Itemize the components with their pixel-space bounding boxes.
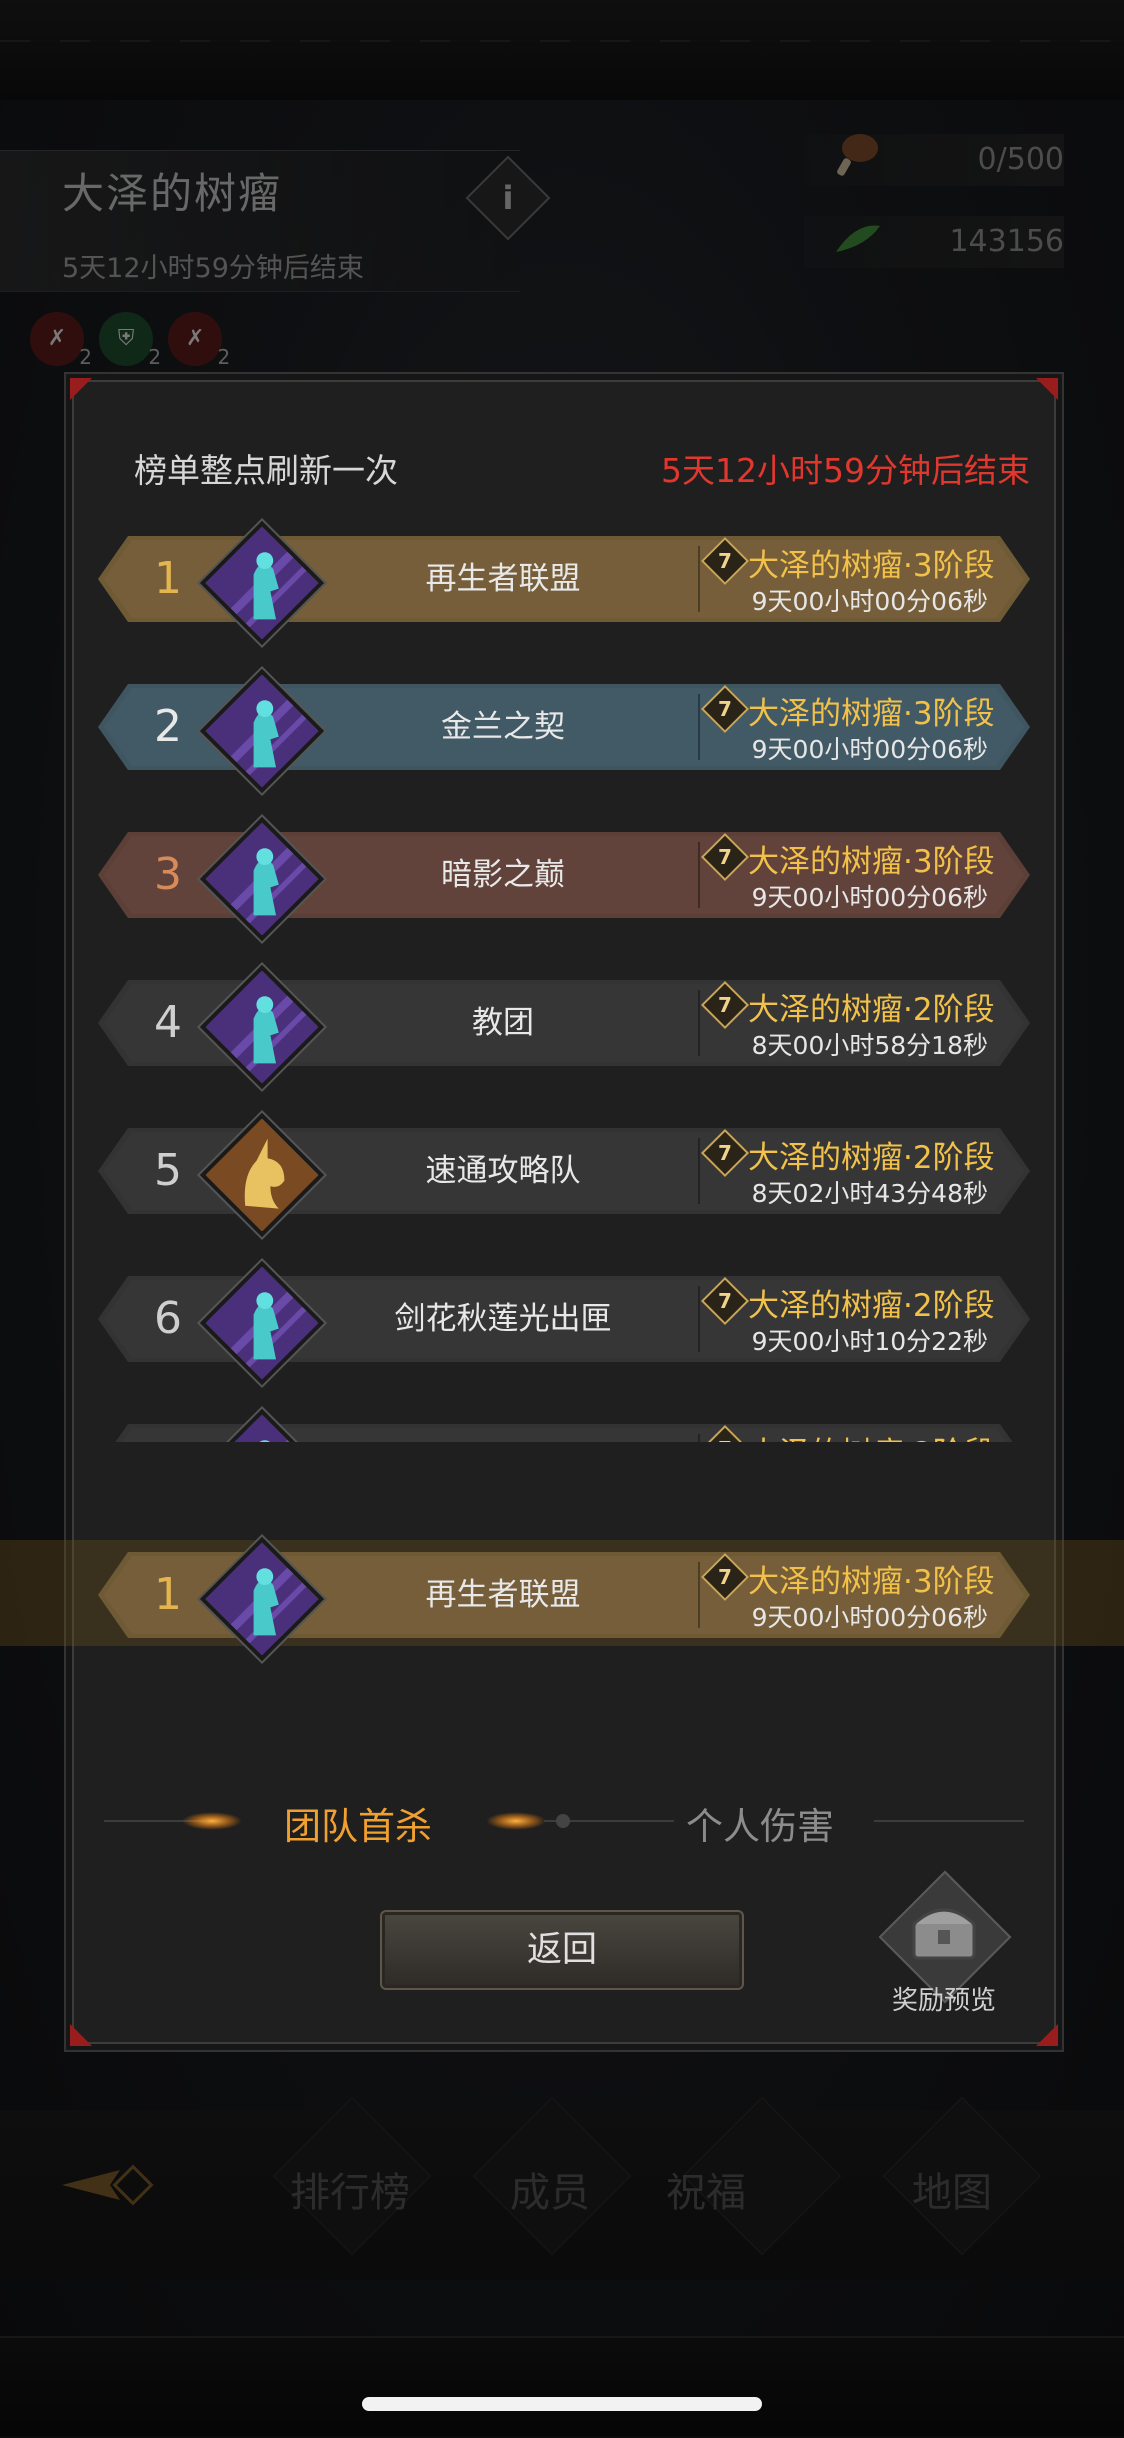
tab-team-first-kill[interactable]: 团队首杀	[284, 1796, 432, 1850]
tab-dot	[556, 1814, 570, 1828]
rank-number: 4	[154, 997, 182, 1048]
row-divider	[698, 546, 700, 612]
my-rank-row[interactable]: 3 暗影之巅 7 大泽的树瘤·3阶段 9天00小时00分06秒	[98, 813, 1030, 945]
boss-stage: 大泽的树瘤·2阶段	[748, 992, 995, 1028]
tab-line	[874, 1820, 1024, 1822]
clear-time: 8天02小时43分48秒	[751, 1179, 988, 1208]
team-name: 教团	[472, 1005, 534, 1041]
my-rank-row[interactable]: 2 金兰之契 7 大泽的树瘤·3阶段 9天00小时00分06秒	[98, 665, 1030, 797]
my-rank-row[interactable]: 1 再生者联盟 7 大泽的树瘤·3阶段 9天00小时00分06秒	[98, 1533, 1030, 1665]
row-divider	[698, 1138, 700, 1204]
clear-time: 9天00小时00分06秒	[751, 1603, 988, 1632]
row-divider	[698, 990, 700, 1056]
row-divider	[698, 1562, 700, 1628]
rank-number: 3	[154, 849, 182, 900]
boss-stage: 大泽的树瘤·2阶段	[748, 1140, 995, 1176]
clear-time: 9天00小时00分06秒	[751, 735, 988, 764]
rank-number: 7	[138, 1424, 198, 1442]
clear-time: 9天00小时10分22秒	[751, 1327, 988, 1356]
boss-stage: 大泽的树瘤·3阶段	[748, 844, 995, 880]
corner-ornament	[1036, 2024, 1058, 2046]
clear-time: 8天00小时58分18秒	[751, 1031, 988, 1060]
tab-flare	[182, 1812, 242, 1830]
boss-stage: 大泽的树瘤·3阶段	[748, 696, 995, 732]
my-rank-row[interactable]: 4 教团 7 大泽的树瘤·2阶段 8天00小时58分18秒	[98, 961, 1030, 1093]
tab-personal-damage[interactable]: 个人伤害	[686, 1796, 834, 1850]
row-divider	[698, 1286, 700, 1352]
boss-stage: 大泽的树瘤·3阶段	[748, 1564, 995, 1600]
corner-ornament	[70, 2024, 92, 2046]
ranking-modal: 榜单整点刷新一次 5天12小时59分钟后结束 1 再生者联盟 7 大泽的树瘤·3…	[0, 378, 1124, 2046]
team-name: 剑花秋莲光出匣	[394, 1301, 612, 1337]
refresh-note: 榜单整点刷新一次	[134, 451, 398, 490]
reward-preview-button[interactable]: 奖励预览	[874, 1870, 1014, 2022]
row-divider	[698, 842, 700, 908]
rank-number: 2	[154, 701, 182, 752]
rank-number: 6	[154, 1293, 182, 1344]
clear-time: 9天00小时00分06秒	[751, 587, 988, 616]
team-name: 再生者联盟	[425, 561, 581, 597]
my-rank-row[interactable]: 7 7 大泽的树瘤·2阶段	[98, 1405, 1030, 1442]
corner-ornament	[1036, 378, 1058, 400]
home-indicator	[362, 2397, 762, 2411]
tab-flare	[486, 1812, 546, 1830]
back-button[interactable]: 返回	[380, 1910, 744, 1990]
boss-stage: 大泽的树瘤·2阶段	[748, 1428, 995, 1442]
event-countdown: 5天12小时59分钟后结束	[661, 451, 1030, 490]
rank-number: 5	[154, 1145, 182, 1196]
rank-number: 1	[154, 1569, 182, 1620]
my-rank-row[interactable]: 5 速通攻略队 7 大泽的树瘤·2阶段 8天02小时43分48秒	[98, 1109, 1030, 1241]
boss-stage: 大泽的树瘤·2阶段	[748, 1288, 995, 1324]
team-name: 速通攻略队	[425, 1153, 581, 1189]
team-name: 金兰之契	[441, 709, 565, 745]
rank-number: 1	[154, 553, 182, 604]
tab-bar: 团队首杀 个人伤害	[74, 1782, 1054, 1862]
row-divider	[698, 1434, 700, 1442]
ranking-list[interactable]: 1 再生者联盟 7 大泽的树瘤·3阶段 9天00小时00分06秒 2 金兰之契 …	[74, 512, 1054, 1442]
team-name: 暗影之巅	[441, 857, 565, 893]
boss-stage: 大泽的树瘤·3阶段	[748, 548, 995, 584]
clear-time: 9天00小时00分06秒	[751, 883, 988, 912]
team-name: 再生者联盟	[425, 1577, 581, 1613]
row-divider	[698, 694, 700, 760]
my-rank-row[interactable]: 1 再生者联盟 7 大泽的树瘤·3阶段 9天00小时00分06秒	[98, 517, 1030, 649]
corner-ornament	[70, 378, 92, 400]
my-rank-row[interactable]: 6 剑花秋莲光出匣 7 大泽的树瘤·2阶段 9天00小时10分22秒	[98, 1257, 1030, 1389]
reward-preview-label: 奖励预览	[891, 1986, 996, 2016]
treasure-chest-icon	[912, 1908, 976, 1960]
